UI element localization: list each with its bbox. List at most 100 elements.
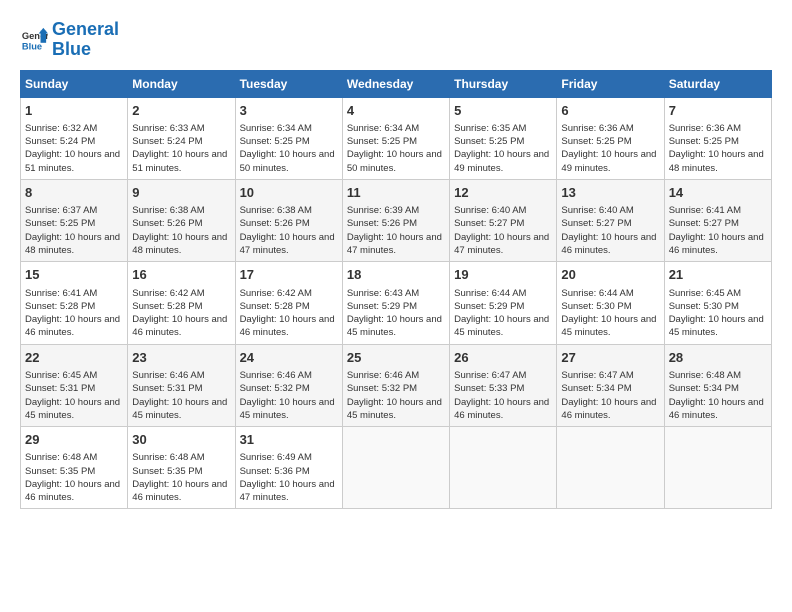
sunset-text: Sunset: 5:27 PM [561, 218, 631, 229]
week-row-1: 1Sunrise: 6:32 AMSunset: 5:24 PMDaylight… [21, 97, 772, 179]
week-row-3: 15 Sunrise: 6:41 AM Sunset: 5:28 PM Dayligh… [21, 262, 772, 344]
day-number: 28 [669, 349, 767, 367]
sunrise-text: Sunrise: 6:48 AM [669, 370, 741, 381]
logo-text: GeneralBlue [52, 20, 119, 60]
day-cell: 19Sunrise: 6:44 AMSunset: 5:29 PMDayligh… [450, 262, 557, 344]
day-header-saturday: Saturday [664, 70, 771, 97]
sunset-text: Sunset: 5:24 PM [25, 136, 95, 147]
daylight-label: Daylight: 10 hours and 47 minutes. [240, 232, 335, 256]
daylight-label: Daylight: 10 hours and 45 minutes. [347, 397, 442, 421]
day-cell: 15Sunrise: 6:41 AMSunset: 5:28 PMDayligh… [21, 262, 128, 344]
daylight-label: Daylight: 10 hours and 46 minutes. [240, 314, 335, 338]
sunrise-text: Sunrise: 6:48 AM [25, 452, 97, 463]
day-number: 21 [669, 266, 767, 284]
daylight-label: Daylight: 10 hours and 46 minutes. [561, 232, 656, 256]
sunrise-text: Sunrise: 6:39 AM [347, 205, 419, 216]
sunset-text: Sunset: 5:35 PM [132, 466, 202, 477]
day-cell [450, 427, 557, 509]
sunset-text: Sunset: 5:25 PM [347, 136, 417, 147]
day-number: 20 [561, 266, 659, 284]
day-number: 6 [561, 102, 659, 120]
day-cell: 4Sunrise: 6:34 AMSunset: 5:25 PMDaylight… [342, 97, 449, 179]
svg-text:Blue: Blue [22, 41, 42, 51]
daylight-label: Daylight: 10 hours and 48 minutes. [132, 232, 227, 256]
daylight-label: Daylight: 10 hours and 45 minutes. [25, 397, 120, 421]
day-header-thursday: Thursday [450, 70, 557, 97]
day-cell: 31Sunrise: 6:49 AMSunset: 5:36 PMDayligh… [235, 427, 342, 509]
day-number: 22 [25, 349, 123, 367]
sunrise-text: Sunrise: 6:45 AM [669, 288, 741, 299]
daylight-label: Daylight: 10 hours and 46 minutes. [132, 314, 227, 338]
sunset-text: Sunset: 5:28 PM [240, 301, 310, 312]
daylight-label: Daylight: 10 hours and 49 minutes. [561, 149, 656, 173]
calendar-table: SundayMondayTuesdayWednesdayThursdayFrid… [20, 70, 772, 510]
daylight-label: Daylight: 10 hours and 46 minutes. [561, 397, 656, 421]
day-cell: 28Sunrise: 6:48 AMSunset: 5:34 PMDayligh… [664, 344, 771, 426]
sunrise-text: Sunrise: 6:46 AM [132, 370, 204, 381]
day-number: 29 [25, 431, 123, 449]
day-number: 13 [561, 184, 659, 202]
sunset-text: Sunset: 5:25 PM [25, 218, 95, 229]
week-row-5: 29Sunrise: 6:48 AMSunset: 5:35 PMDayligh… [21, 427, 772, 509]
daylight-label: Daylight: 10 hours and 45 minutes. [561, 314, 656, 338]
sunrise-text: Sunrise: 6:45 AM [25, 370, 97, 381]
day-number: 3 [240, 102, 338, 120]
daylight-label: Daylight: 10 hours and 51 minutes. [25, 149, 120, 173]
header-row: SundayMondayTuesdayWednesdayThursdayFrid… [21, 70, 772, 97]
week-row-4: 22Sunrise: 6:45 AMSunset: 5:31 PMDayligh… [21, 344, 772, 426]
daylight-label: Daylight: 10 hours and 48 minutes. [669, 149, 764, 173]
sunset-text: Sunset: 5:25 PM [561, 136, 631, 147]
day-number: 19 [454, 266, 552, 284]
day-cell [557, 427, 664, 509]
week-row-2: 8Sunrise: 6:37 AMSunset: 5:25 PMDaylight… [21, 179, 772, 261]
day-number: 14 [669, 184, 767, 202]
sunrise-text: Sunrise: 6:38 AM [240, 205, 312, 216]
sunset-text: Sunset: 5:24 PM [132, 136, 202, 147]
sunset-text: Sunset: 5:30 PM [561, 301, 631, 312]
day-cell: 21Sunrise: 6:45 AMSunset: 5:30 PMDayligh… [664, 262, 771, 344]
day-number: 24 [240, 349, 338, 367]
sunrise-text: Sunrise: 6:32 AM [25, 123, 97, 134]
day-header-friday: Friday [557, 70, 664, 97]
sunrise-text: Sunrise: 6:34 AM [347, 123, 419, 134]
day-cell: 20Sunrise: 6:44 AMSunset: 5:30 PMDayligh… [557, 262, 664, 344]
sunrise-text: Sunrise: 6:41 AM [25, 288, 97, 299]
logo-icon: General Blue [20, 26, 48, 54]
day-number: 15 [25, 266, 123, 284]
sunrise-text: Sunrise: 6:42 AM [132, 288, 204, 299]
day-cell: 22Sunrise: 6:45 AMSunset: 5:31 PMDayligh… [21, 344, 128, 426]
sunrise-text: Sunrise: 6:46 AM [347, 370, 419, 381]
day-number: 23 [132, 349, 230, 367]
day-cell: 1Sunrise: 6:32 AMSunset: 5:24 PMDaylight… [21, 97, 128, 179]
sunrise-text: Sunrise: 6:49 AM [240, 452, 312, 463]
sunset-text: Sunset: 5:35 PM [25, 466, 95, 477]
day-number: 10 [240, 184, 338, 202]
day-cell [342, 427, 449, 509]
daylight-label: Daylight: 10 hours and 50 minutes. [240, 149, 335, 173]
daylight-label: Daylight: 10 hours and 45 minutes. [669, 314, 764, 338]
day-number: 5 [454, 102, 552, 120]
day-cell: 25Sunrise: 6:46 AMSunset: 5:32 PMDayligh… [342, 344, 449, 426]
day-cell: 26Sunrise: 6:47 AMSunset: 5:33 PMDayligh… [450, 344, 557, 426]
day-number: 2 [132, 102, 230, 120]
day-number: 31 [240, 431, 338, 449]
day-cell: 30Sunrise: 6:48 AMSunset: 5:35 PMDayligh… [128, 427, 235, 509]
sunset-text: Sunset: 5:25 PM [669, 136, 739, 147]
sunrise-text: Sunrise: 6:36 AM [669, 123, 741, 134]
day-cell: 3Sunrise: 6:34 AMSunset: 5:25 PMDaylight… [235, 97, 342, 179]
sunset-text: Sunset: 5:27 PM [669, 218, 739, 229]
day-cell: 11Sunrise: 6:39 AMSunset: 5:26 PMDayligh… [342, 179, 449, 261]
day-cell: 12Sunrise: 6:40 AMSunset: 5:27 PMDayligh… [450, 179, 557, 261]
sunset-text: Sunset: 5:26 PM [347, 218, 417, 229]
daylight-label: Daylight: 10 hours and 46 minutes. [454, 397, 549, 421]
day-number: 25 [347, 349, 445, 367]
day-cell: 2Sunrise: 6:33 AMSunset: 5:24 PMDaylight… [128, 97, 235, 179]
sunset-text: Sunset: 5:26 PM [240, 218, 310, 229]
day-number: 30 [132, 431, 230, 449]
sunrise-text: Sunrise: 6:36 AM [561, 123, 633, 134]
sunset-text: Sunset: 5:32 PM [240, 383, 310, 394]
day-number: 11 [347, 184, 445, 202]
day-cell: 14Sunrise: 6:41 AMSunset: 5:27 PMDayligh… [664, 179, 771, 261]
sunset-text: Sunset: 5:34 PM [669, 383, 739, 394]
sunrise-text: Sunrise: 6:34 AM [240, 123, 312, 134]
